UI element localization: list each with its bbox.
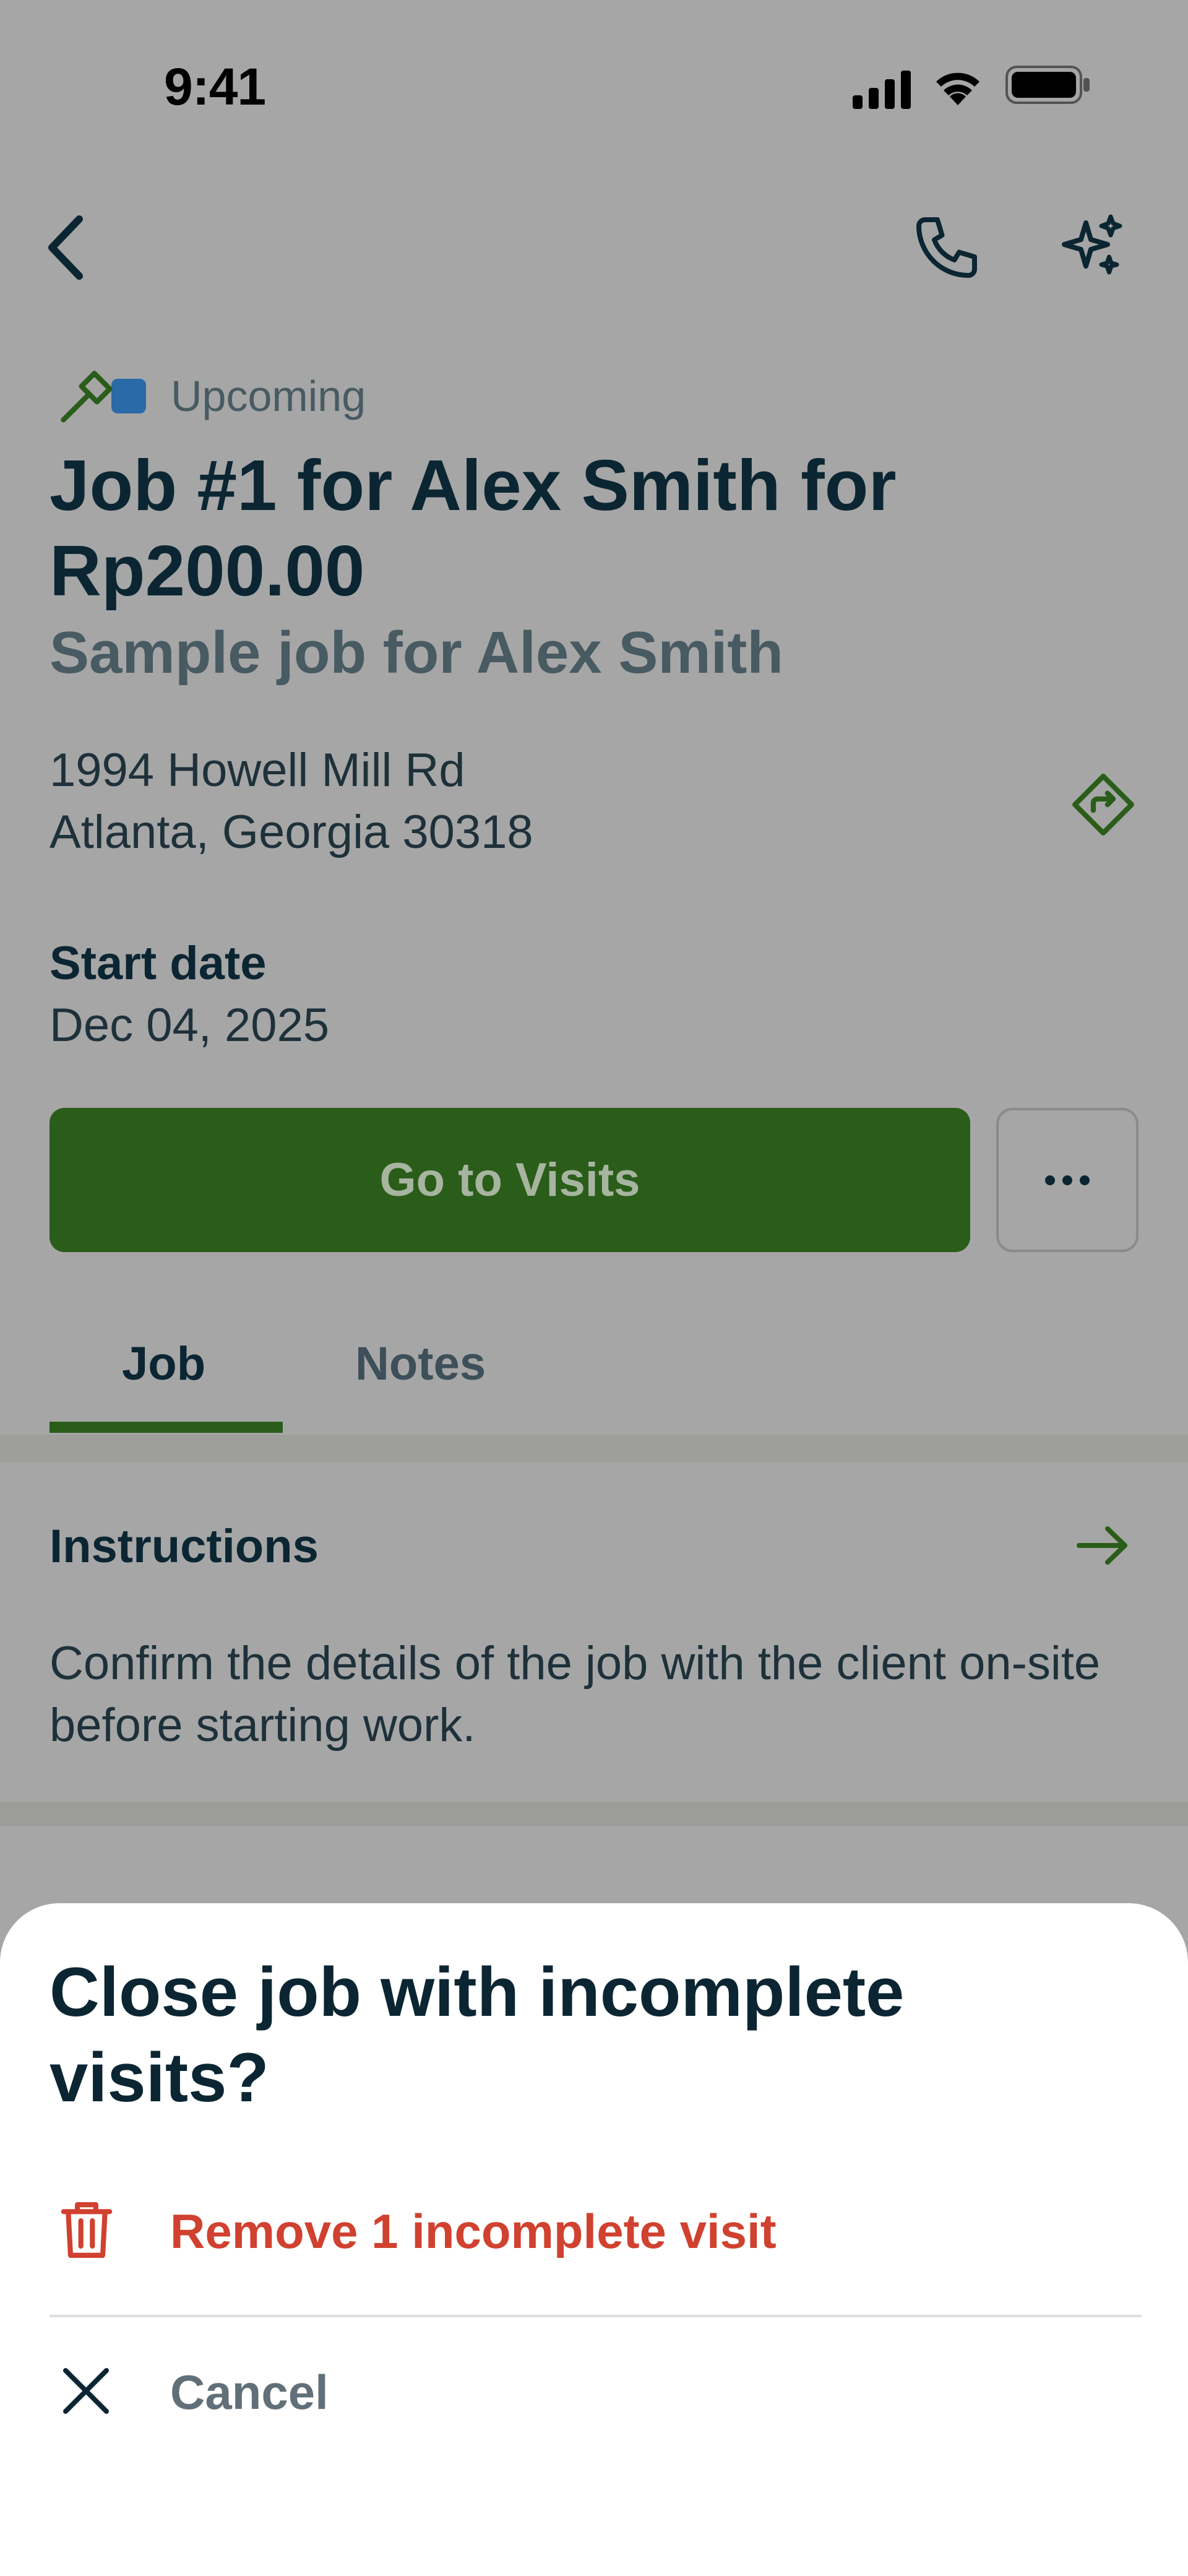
close-icon	[62, 2367, 110, 2418]
instructions-title: Instructions	[50, 1520, 319, 1573]
go-to-visits-button[interactable]: Go to Visits	[50, 1108, 970, 1252]
instructions-body: Confirm the details of the job with the …	[50, 1637, 1101, 1752]
sheet-title: Close job with incomplete visits?	[50, 1953, 905, 2116]
tabs-divider	[0, 1435, 1188, 1463]
tab-job[interactable]: Job	[122, 1337, 205, 1391]
directions-icon[interactable]	[1069, 771, 1137, 842]
wifi-icon	[931, 64, 984, 111]
battery-icon	[1005, 64, 1092, 108]
job-status-row: Upcoming	[50, 362, 366, 430]
remove-incomplete-visit-button[interactable]: Remove 1 incomplete visit	[0, 2157, 1188, 2306]
phone-icon[interactable]	[910, 210, 984, 288]
tab-notes[interactable]: Notes	[355, 1337, 486, 1391]
address-line-1: 1994 Howell Mill Rd	[50, 744, 465, 797]
status-label: Upcoming	[171, 372, 366, 420]
job-title: Job #1 for Alex Smith for Rp200.00	[50, 445, 897, 611]
sheet-divider	[50, 2315, 1142, 2317]
status-time: 9:41	[164, 58, 266, 116]
job-subtitle: Sample job for Alex Smith	[50, 620, 783, 686]
start-date-label: Start date	[50, 937, 267, 990]
section-divider	[0, 1802, 1188, 1826]
remove-label: Remove 1 incomplete visit	[170, 2203, 777, 2258]
more-options-button[interactable]	[996, 1108, 1138, 1252]
more-dots-icon	[1045, 1175, 1055, 1185]
tab-active-indicator	[50, 1422, 283, 1433]
signal-icon	[853, 68, 912, 112]
cancel-label: Cancel	[170, 2364, 329, 2419]
job-address: 1994 Howell Mill Rd Atlanta, Georgia 303…	[50, 740, 533, 863]
arrow-right-icon[interactable]	[1075, 1524, 1131, 1570]
trash-icon	[59, 2198, 114, 2265]
back-arrow-icon[interactable]	[43, 210, 93, 288]
sparkles-icon[interactable]	[1055, 210, 1129, 288]
cancel-button[interactable]: Cancel	[0, 2318, 1188, 2466]
hammer-icon	[56, 368, 118, 433]
address-line-2: Atlanta, Georgia 30318	[50, 806, 533, 858]
start-date-value: Dec 04, 2025	[50, 999, 330, 1052]
